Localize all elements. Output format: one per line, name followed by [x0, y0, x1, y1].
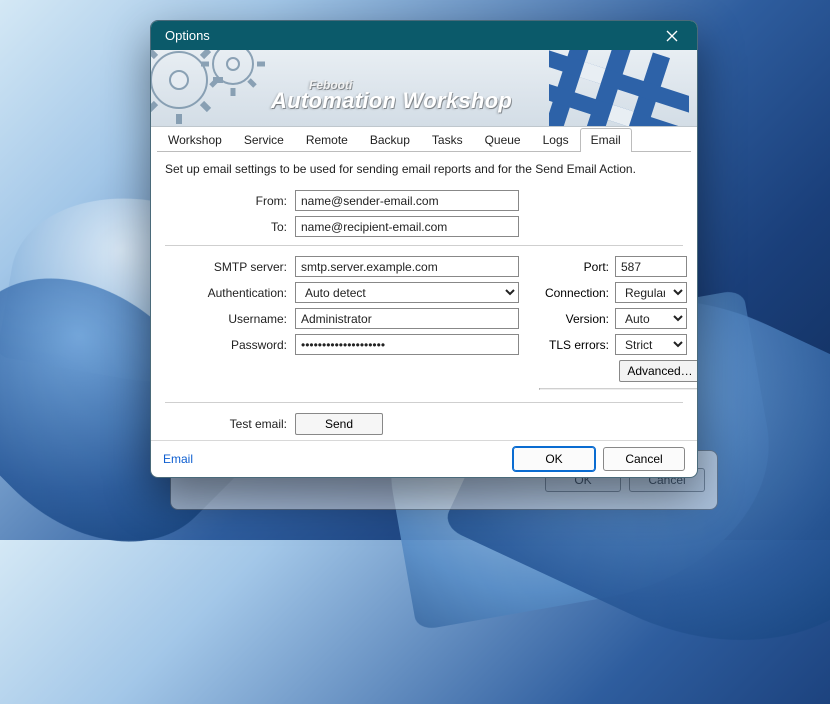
username-field[interactable] — [295, 308, 519, 329]
brand-product: Automation Workshop — [271, 88, 512, 114]
to-field[interactable] — [295, 216, 519, 237]
tab-logs[interactable]: Logs — [532, 128, 580, 152]
cancel-button[interactable]: Cancel — [603, 447, 685, 471]
help-link-email[interactable]: Email — [163, 452, 193, 466]
tab-remote[interactable]: Remote — [295, 128, 359, 152]
banner-decoration-icon — [549, 50, 689, 127]
panel-description: Set up email settings to be used for sen… — [165, 162, 683, 176]
tab-workshop[interactable]: Workshop — [157, 128, 233, 152]
username-label: Username: — [165, 312, 295, 326]
gears-icon — [151, 50, 291, 127]
options-dialog: Options — [150, 20, 698, 478]
tab-panel-email: Set up email settings to be used for sen… — [157, 151, 691, 440]
smtp-server-field[interactable] — [295, 256, 519, 277]
connection-label: Connection: — [539, 286, 615, 300]
version-label: Version: — [539, 312, 615, 326]
test-email-label: Test email: — [165, 417, 295, 431]
tab-email[interactable]: Email — [580, 128, 632, 152]
send-test-button[interactable]: Send — [295, 413, 383, 435]
auth-label: Authentication: — [165, 286, 295, 300]
advanced-button[interactable]: Advanced… — [619, 360, 698, 382]
version-select[interactable]: Auto — [615, 308, 687, 329]
close-button[interactable] — [657, 26, 687, 46]
smtp-label: SMTP server: — [165, 260, 295, 274]
password-field[interactable] — [295, 334, 519, 355]
port-field[interactable] — [615, 256, 687, 277]
titlebar: Options — [151, 21, 697, 50]
banner: Febooti Automation Workshop — [151, 50, 697, 127]
tab-backup[interactable]: Backup — [359, 128, 421, 152]
password-label: Password: — [165, 338, 295, 352]
tabstrip: Workshop Service Remote Backup Tasks Que… — [151, 128, 697, 152]
tab-queue[interactable]: Queue — [474, 128, 532, 152]
from-field[interactable] — [295, 190, 519, 211]
to-label: To: — [165, 220, 295, 234]
window-title: Options — [165, 28, 657, 43]
tab-tasks[interactable]: Tasks — [421, 128, 474, 152]
port-label: Port: — [539, 260, 615, 274]
authentication-select[interactable]: Auto detect — [295, 282, 519, 303]
tab-service[interactable]: Service — [233, 128, 295, 152]
from-label: From: — [165, 194, 295, 208]
tls-label: TLS errors: — [539, 338, 615, 352]
dialog-footer: Email OK Cancel — [151, 440, 697, 477]
ok-button[interactable]: OK — [513, 447, 595, 471]
tls-errors-select[interactable]: Strict — [615, 334, 687, 355]
close-icon — [666, 30, 678, 42]
connection-select[interactable]: Regular — [615, 282, 687, 303]
